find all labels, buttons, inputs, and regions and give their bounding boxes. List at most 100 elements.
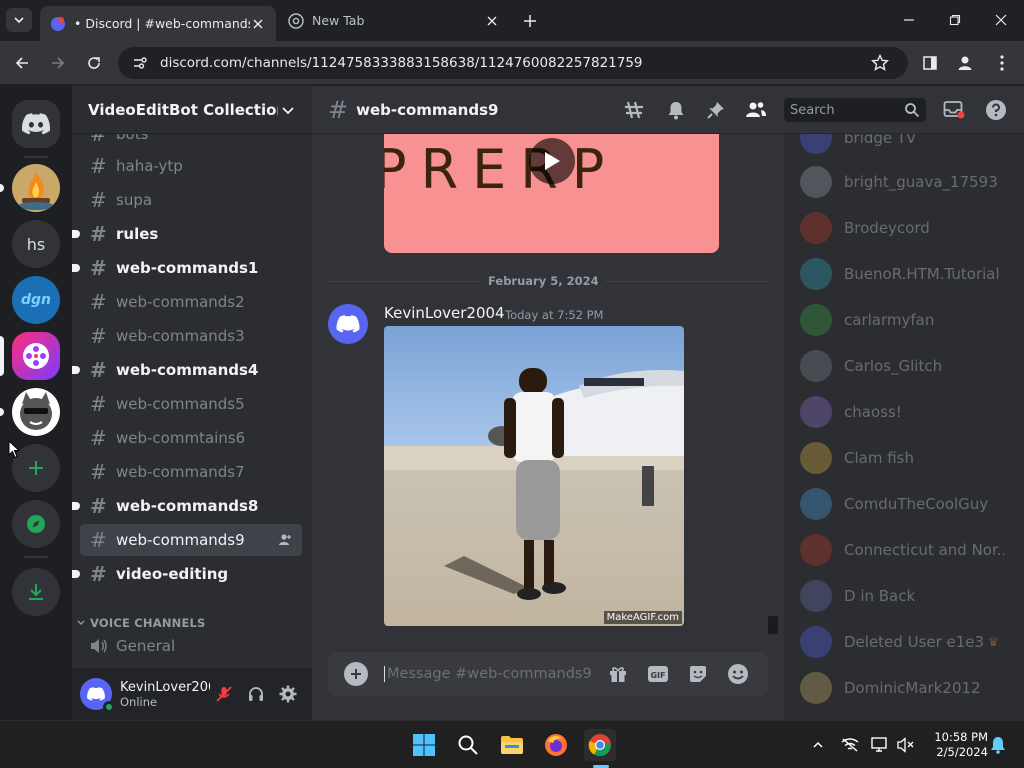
channel-web-commands3[interactable]: # web-commands3 <box>80 320 302 352</box>
headphones-icon <box>249 687 263 701</box>
network-status-button[interactable] <box>840 735 860 755</box>
bookmark-button[interactable] <box>866 49 894 77</box>
message-author[interactable]: KevinLover2004 <box>384 304 505 322</box>
channel-web-commands2[interactable]: # web-commands2 <box>80 286 302 318</box>
notifications-button[interactable] <box>988 735 1008 755</box>
member-item[interactable]: BuenoR.HTM.Tutorial <box>800 252 1004 296</box>
member-item[interactable]: ComduTheCoolGuy <box>800 482 1004 526</box>
member-item[interactable]: D in Back <box>800 574 1004 618</box>
voice-channel-general[interactable]: General <box>80 630 302 662</box>
download-apps-button[interactable] <box>12 568 60 616</box>
member-item[interactable]: bright_guava_17593 <box>800 160 1004 204</box>
close-tab-icon[interactable] <box>484 13 500 29</box>
create-invite-icon[interactable] <box>278 533 292 547</box>
channel-haha-ytp[interactable]: # haha-ytp <box>80 150 302 182</box>
channel-supa[interactable]: # supa <box>80 184 302 216</box>
display-button[interactable] <box>870 735 890 755</box>
member-item[interactable]: Connecticut and Nor... <box>800 528 1004 572</box>
member-item[interactable]: DominicMark2012 <box>800 666 1004 710</box>
inbox-button[interactable] <box>942 98 966 122</box>
minimize-button[interactable] <box>896 8 922 32</box>
channel-web-commands4[interactable]: # web-commands4 <box>72 354 302 386</box>
tab-discord[interactable]: • Discord | #web-commands9 | <box>40 6 276 41</box>
member-item[interactable]: Clam fish <box>800 436 1004 480</box>
guild-dgn[interactable]: dgn <box>12 276 60 324</box>
channel-web-commands7[interactable]: # web-commands7 <box>80 456 302 488</box>
member-item[interactable]: Brodeycord <box>800 206 1004 250</box>
hash-icon: # <box>90 358 107 382</box>
emoji-button[interactable] <box>726 662 750 686</box>
channel-web-commands8[interactable]: # web-commands8 <box>72 490 302 522</box>
channel-rules[interactable]: # rules <box>72 218 302 250</box>
guild-hs[interactable]: hs <box>12 220 60 268</box>
selected-pill <box>0 336 4 376</box>
plus-icon <box>524 15 536 27</box>
message-input[interactable]: Message #web-commands9 <box>384 666 592 682</box>
gif-attachment[interactable]: MakeAGIF.com <box>384 326 684 626</box>
threads-button[interactable] <box>622 98 646 122</box>
sticker-button[interactable] <box>686 662 710 686</box>
volume-button[interactable] <box>896 735 916 755</box>
play-button[interactable] <box>529 138 575 184</box>
gif-button[interactable]: GIF <box>646 662 670 686</box>
mute-button[interactable] <box>212 682 236 706</box>
member-item[interactable]: Deleted User e1e3... ♛ <box>800 620 999 664</box>
monitor-icon <box>871 737 887 752</box>
member-item[interactable]: Carlos_Glitch <box>800 344 1004 388</box>
guild-campfire[interactable] <box>12 164 60 212</box>
channel-web-commands5[interactable]: # web-commands5 <box>80 388 302 420</box>
close-tab-icon[interactable] <box>250 16 266 32</box>
channel-web-commtains6[interactable]: # web-commtains6 <box>80 422 302 454</box>
browser-menu-button[interactable] <box>988 49 1016 77</box>
chevron-down-icon <box>77 620 85 625</box>
voice-category-header[interactable]: VOICE CHANNELS <box>76 616 206 630</box>
guild-videoeditbot[interactable] <box>12 332 60 380</box>
channel-web-commands1[interactable]: # web-commands1 <box>72 252 302 284</box>
avatar[interactable] <box>80 678 115 713</box>
start-button[interactable] <box>408 729 440 761</box>
search-input[interactable]: Search <box>784 98 926 122</box>
profile-button[interactable] <box>951 49 979 77</box>
guild-cool-cat[interactable] <box>12 388 60 436</box>
side-panel-button[interactable] <box>916 49 944 77</box>
member-item[interactable]: carlarmyfan <box>800 298 1004 342</box>
home-button[interactable] <box>12 100 60 148</box>
member-item[interactable]: chaoss! <box>800 390 1004 434</box>
scrollbar-thumb[interactable] <box>768 616 778 634</box>
gift-button[interactable] <box>606 662 630 686</box>
explore-servers-button[interactable] <box>12 500 60 548</box>
channel-bots[interactable]: # bots <box>80 134 302 150</box>
channel-web-commands9[interactable]: # web-commands9 <box>80 524 302 556</box>
tab-title: • Discord | #web-commands9 | <box>74 16 250 31</box>
chrome-button[interactable] <box>584 729 616 761</box>
tab-new-tab[interactable]: New Tab <box>278 6 510 35</box>
member-item[interactable]: bridge TV <box>800 134 1004 160</box>
restore-icon <box>949 14 961 26</box>
message-composer[interactable]: Message #web-commands9 GIF <box>328 652 768 696</box>
site-info-icon[interactable] <box>130 53 150 73</box>
deafen-button[interactable] <box>244 682 268 706</box>
tab-search-button[interactable] <box>6 8 32 32</box>
channel-video-editing[interactable]: # video-editing <box>72 558 302 590</box>
server-header[interactable]: VideoEditBot Collection 1.0 <box>72 86 312 134</box>
member-list-button[interactable] <box>744 98 768 122</box>
upload-button[interactable] <box>344 662 368 686</box>
file-explorer-button[interactable] <box>496 729 528 761</box>
user-settings-button[interactable] <box>276 682 300 706</box>
video-embed[interactable]: PRERP <box>384 134 719 253</box>
help-button[interactable] <box>984 98 1008 122</box>
firefox-button[interactable] <box>540 729 572 761</box>
forward-button[interactable] <box>44 49 72 77</box>
show-hidden-icons-button[interactable] <box>808 735 828 755</box>
back-button[interactable] <box>8 49 36 77</box>
search-button[interactable] <box>452 729 484 761</box>
pinned-messages-button[interactable] <box>704 98 728 122</box>
close-window-button[interactable] <box>988 8 1014 32</box>
avatar[interactable] <box>328 304 368 344</box>
new-tab-button[interactable] <box>518 10 542 32</box>
reload-button[interactable] <box>80 49 108 77</box>
notification-settings-button[interactable] <box>664 98 688 122</box>
restore-button[interactable] <box>942 8 968 32</box>
address-bar[interactable]: discord.com/channels/1124758333883158638… <box>118 47 908 79</box>
clock[interactable]: 10:58 PM 2/5/2024 <box>926 730 988 760</box>
